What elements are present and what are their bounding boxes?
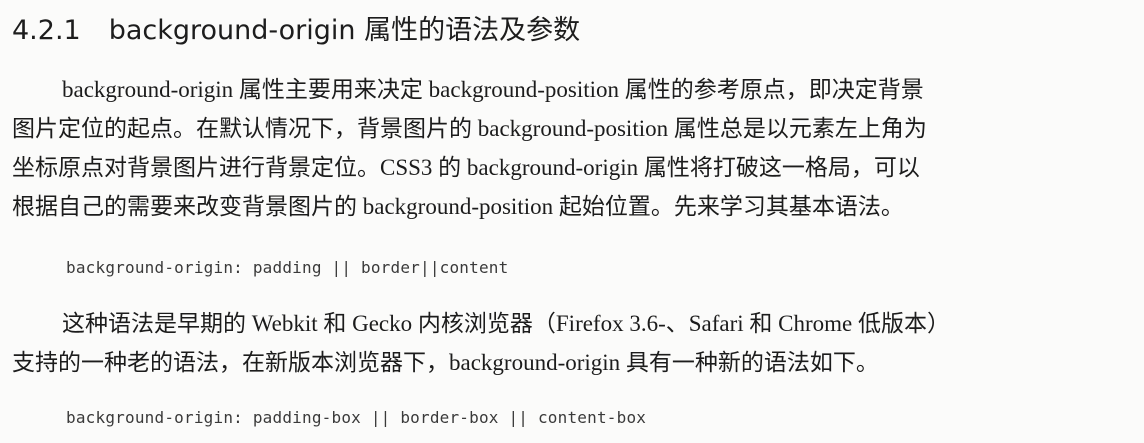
paragraph-intro: background-origin 属性主要用来决定 background-po…	[12, 70, 1142, 226]
paragraph-syntax-note: 这种语法是早期的 Webkit 和 Gecko 内核浏览器（Firefox 3.…	[12, 304, 1142, 382]
section-number: 4.2.1	[12, 15, 81, 46]
section-heading: 4.2.1 background-origin 属性的语法及参数	[12, 8, 580, 47]
paragraph-line: background-origin 属性主要用来决定 background-po…	[62, 77, 924, 102]
section-title: background-origin 属性的语法及参数	[108, 15, 581, 46]
document-page: 4.2.1 background-origin 属性的语法及参数 backgrou…	[0, 0, 1144, 443]
code-sample-new-syntax: background-origin: padding-box || border…	[66, 408, 647, 427]
paragraph-line: 根据自己的需要来改变背景图片的 background-position 起始位置…	[12, 194, 904, 219]
paragraph-line: 坐标原点对背景图片进行背景定位。CSS3 的 background-origin…	[12, 155, 920, 180]
paragraph-line: 图片定位的起点。在默认情况下，背景图片的 background-position…	[12, 116, 927, 141]
paragraph-line: 支持的一种老的语法，在新版本浏览器下，background-origin 具有一…	[12, 350, 879, 375]
paragraph-line: 这种语法是早期的 Webkit 和 Gecko 内核浏览器（Firefox 3.…	[62, 311, 951, 336]
code-sample-old-syntax: background-origin: padding || border||co…	[66, 258, 509, 277]
